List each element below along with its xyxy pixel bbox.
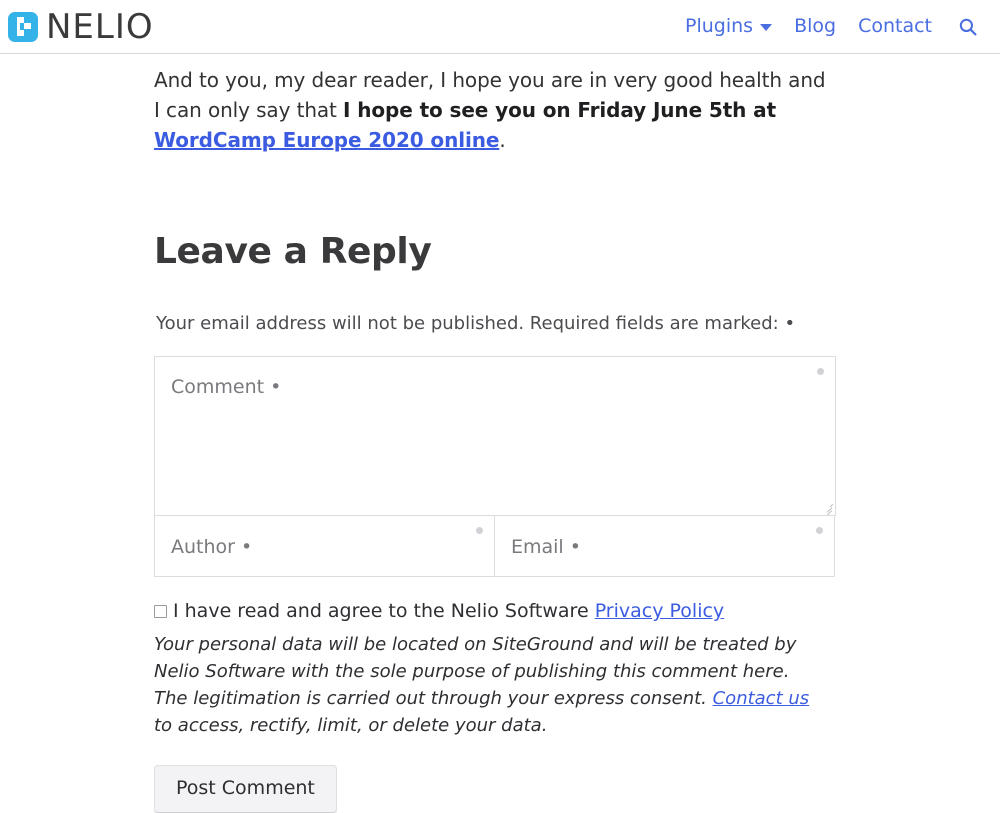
privacy-disclaimer: Your personal data will be located on Si… [154,631,826,739]
article-paragraph: And to you, my dear reader, I hope you a… [154,54,836,155]
article-paragraph-tail: . [499,128,506,152]
privacy-consent-text: I have read and agree to the Nelio Softw… [173,600,595,623]
post-comment-button[interactable]: Post Comment [154,764,337,813]
privacy-consent-label: I have read and agree to the Nelio Softw… [173,600,724,624]
privacy-consent-row: I have read and agree to the Nelio Softw… [154,600,836,624]
email-input-wrapper[interactable]: Email • [494,515,835,578]
author-placeholder-label: Author • [171,536,253,559]
required-indicator-dot [817,368,824,376]
chevron-down-icon [760,24,773,31]
nav-item-blog[interactable]: Blog [794,17,836,36]
article-paragraph-bold: I hope to see you on Friday June 5th at [343,98,777,122]
main-navigation: Plugins Blog Contact [685,17,978,37]
privacy-consent-checkbox[interactable] [154,605,167,619]
comment-textarea-wrapper[interactable]: Comment • [154,356,836,519]
search-icon [959,18,977,35]
textarea-resize-handle[interactable] [820,500,833,519]
comment-placeholder-label: Comment • [171,376,282,399]
comment-form: Comment • Author • Email • I have read a… [154,356,836,813]
search-button[interactable] [954,17,978,37]
author-input-wrapper[interactable]: Author • [154,515,495,578]
leave-a-reply-heading: Leave a Reply [154,231,432,272]
nav-item-contact-label: Contact [858,15,932,37]
brand-wordmark: NELIO [46,6,154,47]
author-email-row: Author • Email • [154,515,836,578]
email-placeholder-label: Email • [511,536,581,559]
nelio-logo-icon [8,11,38,42]
contact-us-link[interactable]: Contact us [713,688,810,709]
submit-row: Post Comment [154,764,836,813]
required-indicator-dot [816,527,823,535]
site-header: NELIO Plugins Blog Contact [0,0,1000,54]
page-content: And to you, my dear reader, I hope you a… [0,54,1000,813]
nav-item-contact[interactable]: Contact [858,17,932,36]
comment-form-notice: Your email address will not be published… [156,313,796,335]
brand-logo[interactable]: NELIO [8,10,154,44]
required-indicator-dot [476,527,483,535]
nav-item-plugins[interactable]: Plugins [685,15,773,37]
nav-item-blog-label: Blog [794,15,837,37]
privacy-disclaimer-part1: Your personal data will be located on Si… [154,633,797,709]
wordcamp-europe-link[interactable]: WordCamp Europe 2020 online [154,128,499,152]
privacy-policy-link[interactable]: Privacy Policy [595,600,724,622]
nav-item-plugins-label: Plugins [685,15,754,37]
privacy-disclaimer-part2: to access, rectify, limit, or delete you… [154,714,548,736]
